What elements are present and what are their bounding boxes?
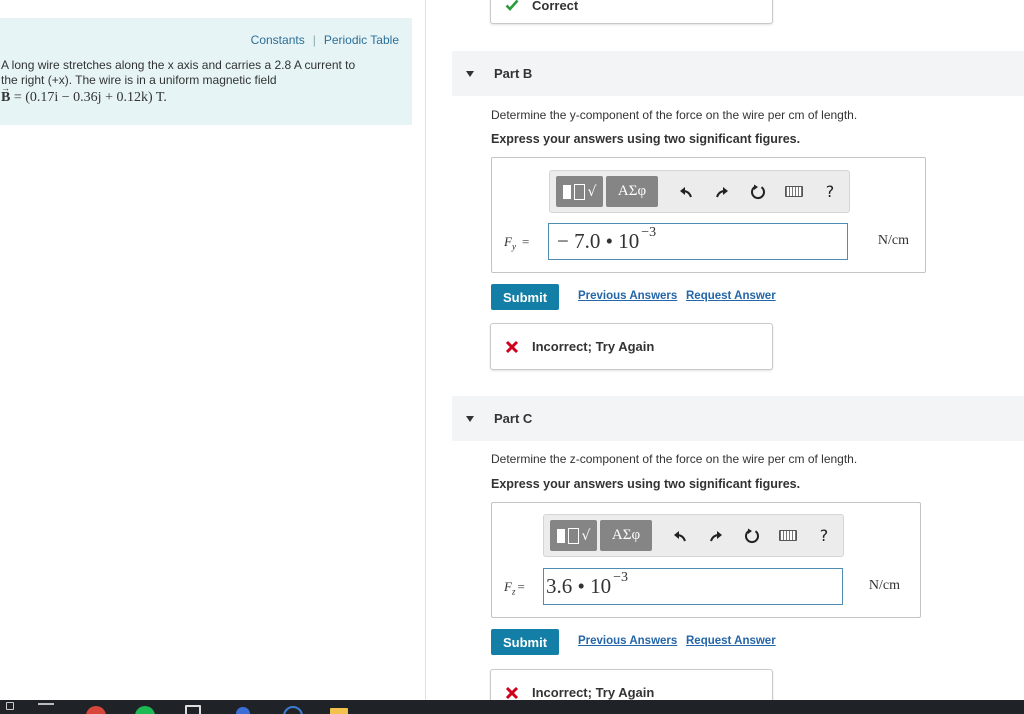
part-b-answer-mantissa: − 7.0 • 10 [557,229,640,253]
part-c-request-answer-link[interactable]: Request Answer [686,635,776,647]
radical-icon: √ [587,183,597,200]
part-c-feedback-text: Incorrect; Try Again [532,685,655,700]
part-b-submit-button[interactable]: Submit [491,284,559,310]
field-value: = (0.17i − 0.36j + 0.12k) T. [10,90,167,105]
file-explorer-icon[interactable] [185,705,201,714]
cross-icon [505,340,519,354]
check-icon [505,0,519,12]
template-square-icon [556,528,565,543]
part-b-previous-answers-link[interactable]: Previous Answers [578,290,677,302]
undo-icon[interactable] [662,520,698,551]
spotify-app-icon[interactable] [135,706,155,714]
help-button[interactable]: ? [812,176,848,207]
periodic-table-link[interactable]: Periodic Table [324,33,399,47]
part-b-answer-box: √ ΑΣφ ? Fy = − 7.0 • 10 −3 N/cm [491,157,926,273]
part-c-submit-button[interactable]: Submit [491,629,559,655]
template-square-icon [562,184,571,199]
problem-text: A long wire stretches along the x axis a… [1,58,401,105]
reset-icon[interactable] [734,520,770,551]
part-c-instruction: Express your answers using two significa… [491,477,801,491]
greek-symbols-button[interactable]: ΑΣφ [606,176,658,207]
keyboard-icon[interactable] [770,520,806,551]
part-a-feedback: Correct [490,0,773,24]
undo-icon[interactable] [668,176,704,207]
part-b-answer-input[interactable]: − 7.0 • 10 −3 [548,223,848,260]
top-strip [0,0,412,18]
constants-link[interactable]: Constants [251,33,305,47]
caret-down-icon [466,415,474,422]
fraction-icon [567,527,579,544]
browser-app-icon[interactable] [86,706,106,714]
part-b-math-toolbar: √ ΑΣφ ? [549,170,850,213]
part-b-feedback-text: Incorrect; Try Again [532,339,655,354]
cross-icon [505,686,519,700]
templates-button[interactable]: √ [550,520,597,551]
radical-icon: √ [581,527,591,544]
problem-text-line1: A long wire stretches along the x axis a… [1,58,356,72]
link-separator: | [312,33,316,47]
task-view-icon[interactable] [38,703,54,709]
part-c-answer-mantissa: 3.6 • 10 [546,574,612,598]
app-icon[interactable] [236,707,250,714]
folder-icon[interactable] [330,708,348,714]
field-symbol: B [1,90,10,105]
part-c-unit: N/cm [868,578,900,593]
start-icon[interactable] [6,702,14,710]
part-c-variable-label: Fz = [504,579,525,597]
redo-icon[interactable] [698,520,734,551]
app-icon[interactable] [283,706,303,714]
problem-text-line2: the right (+x). The wire is in a uniform… [1,73,277,87]
part-c-title: Part C [494,411,533,426]
redo-icon[interactable] [704,176,740,207]
part-c-header[interactable]: Part C [452,396,1024,441]
part-b-header[interactable]: Part B [452,51,1024,96]
fraction-icon [573,183,585,200]
part-b-feedback: Incorrect; Try Again [490,323,773,370]
problem-statement: Constants | Periodic Table A long wire s… [0,18,412,125]
keyboard-icon[interactable] [776,176,812,207]
part-b-instruction: Express your answers using two significa… [491,132,801,146]
caret-down-icon [466,70,474,77]
part-a-feedback-text: Correct [532,0,579,13]
greek-symbols-button[interactable]: ΑΣφ [600,520,652,551]
part-b-title: Part B [494,66,533,81]
magnetic-field-expression: B = (0.17i − 0.36j + 0.12k) T. [1,90,401,105]
part-b-request-answer-link[interactable]: Request Answer [686,290,776,302]
part-c-math-toolbar: √ ΑΣφ ? [543,514,844,557]
part-b-answer-exponent: −3 [641,224,657,240]
part-b-variable-label: Fy = [504,234,530,252]
part-c-answer-box: √ ΑΣφ ? Fz = 3.6 • 10 −3 N/cm [491,502,921,618]
reset-icon[interactable] [740,176,776,207]
problem-links: Constants | Periodic Table [251,33,399,47]
part-c-answer-input[interactable]: 3.6 • 10 −3 [543,568,843,605]
templates-button[interactable]: √ [556,176,603,207]
part-c-answer-exponent: −3 [613,569,629,585]
help-button[interactable]: ? [806,520,842,551]
part-b-unit: N/cm [877,233,909,248]
part-c-previous-answers-link[interactable]: Previous Answers [578,635,677,647]
part-c-question: Determine the z-component of the force o… [491,452,858,466]
part-b-question: Determine the y-component of the force o… [491,108,858,122]
right-panel: Correct Part B Determine the y-component… [452,0,1024,714]
left-panel: Constants | Periodic Table A long wire s… [0,0,426,700]
os-taskbar [0,700,1024,714]
